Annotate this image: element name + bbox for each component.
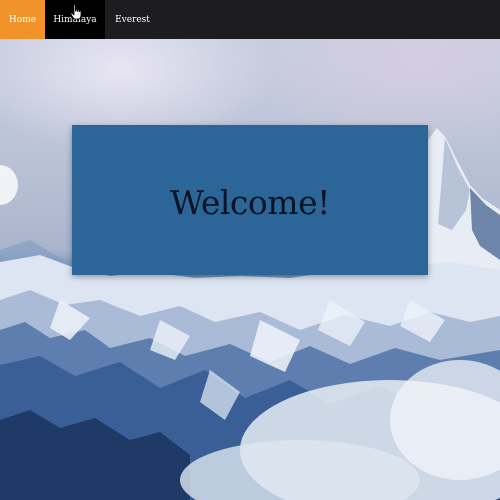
nav-item-everest[interactable]: Everest [105,0,160,39]
welcome-panel: Welcome! [72,125,428,275]
nav-item-himalaya[interactable]: Himalaya [45,0,105,39]
nav-item-home[interactable]: Home [0,0,45,39]
top-nav-bar: Home Himalaya Everest [0,0,500,39]
welcome-heading: Welcome! [170,182,330,222]
page: Home Himalaya Everest Welcome! [0,0,500,500]
